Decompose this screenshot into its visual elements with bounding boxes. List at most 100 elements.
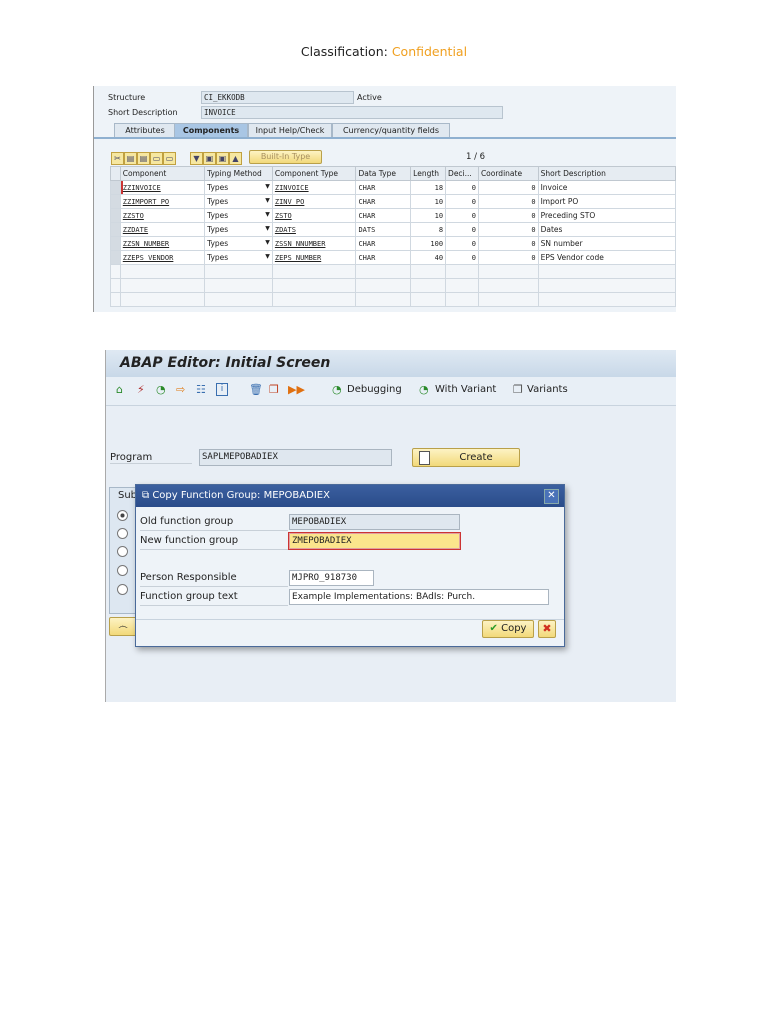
table-cell[interactable]: 0 (477, 236, 539, 251)
table-cell[interactable] (355, 264, 412, 279)
radio-button[interactable] (117, 565, 128, 576)
column-header[interactable]: Component (119, 166, 206, 181)
table-cell[interactable]: ZZIMPORT_PO (119, 194, 206, 209)
table-row[interactable]: ZZEPS_VENDOR ▼ Types ZEPS_NUMBER CHAR 40 0 0 EPS… (110, 250, 677, 265)
table-cell[interactable]: 0 (445, 208, 479, 223)
table-row[interactable] (110, 264, 677, 279)
variants-icon[interactable]: ❐ (513, 383, 523, 396)
table-cell[interactable]: ZINV_PO (271, 194, 357, 209)
table-cell[interactable] (445, 264, 479, 279)
table-cell[interactable] (410, 278, 447, 293)
column-header[interactable]: Short Description (537, 166, 677, 181)
table-cell[interactable]: SN number (537, 236, 677, 251)
function-group-text-field[interactable]: Example Implementations: BAdIs: Purch. (289, 589, 549, 605)
column-header[interactable]: Component Type (271, 166, 357, 181)
table-cell[interactable] (204, 278, 273, 293)
table-cell[interactable]: ▼ Types (204, 250, 273, 265)
row-selector[interactable] (110, 264, 121, 279)
table-cell[interactable] (204, 264, 273, 279)
structure-field[interactable]: CI_EKKODB (201, 91, 354, 104)
table-cell[interactable]: 0 (445, 222, 479, 237)
paste-icon[interactable]: ▤ (137, 152, 150, 165)
short-description-field[interactable]: INVOICE (201, 106, 503, 119)
table-cell[interactable] (410, 264, 447, 279)
table-cell[interactable]: ▼ Types (204, 180, 273, 195)
table-cell[interactable]: Preceding STO (537, 208, 677, 223)
table-cell[interactable]: ▼ Types (204, 222, 273, 237)
table-cell[interactable]: 0 (477, 194, 539, 209)
table-cell[interactable]: 18 (410, 180, 447, 195)
table-cell[interactable]: 10 (410, 194, 447, 209)
close-icon[interactable]: ✕ (544, 489, 559, 504)
tab-currency-quantity-fields[interactable]: Currency/quantity fields (332, 123, 450, 137)
dropdown-arrow-icon[interactable]: ▼ (265, 197, 270, 204)
copy-icon[interactable]: ▤ (124, 152, 137, 165)
with-variant-button[interactable]: With Variant (435, 384, 496, 395)
tab-input-help-check[interactable]: Input Help/Check (248, 123, 332, 137)
activate-icon[interactable]: ⇨ (176, 383, 185, 396)
table-row[interactable]: ZZINVOICE ▼ Types ZINVOICE CHAR 18 0 0 Invoice (110, 180, 677, 195)
radio-button[interactable] (117, 510, 128, 521)
copy-button[interactable]: ✔ Copy (482, 620, 534, 638)
page-up-icon[interactable]: ▲ (229, 152, 242, 165)
column-header[interactable]: Length (410, 166, 447, 181)
variants-button[interactable]: Variants (527, 384, 568, 395)
table-cell[interactable]: 0 (477, 250, 539, 265)
radio-button[interactable] (117, 584, 128, 595)
dropdown-arrow-icon[interactable]: ▼ (265, 183, 270, 190)
table-cell[interactable]: CHAR (355, 208, 412, 223)
table-cell[interactable] (445, 292, 479, 307)
old-function-group-field[interactable]: MEPOBADIEX (289, 514, 460, 530)
table-cell[interactable] (477, 278, 539, 293)
column-header[interactable]: Data Type (355, 166, 412, 181)
table-cell[interactable] (355, 278, 412, 293)
built-in-type-button[interactable]: Built-In Type (249, 150, 322, 164)
table-cell[interactable]: ZINVOICE (271, 180, 357, 195)
display-button[interactable]: ෴ (109, 617, 137, 636)
table-cell[interactable] (410, 292, 447, 307)
table-cell[interactable]: 40 (410, 250, 447, 265)
table-cell[interactable] (271, 278, 357, 293)
table-cell[interactable] (271, 292, 357, 307)
row-selector[interactable] (110, 194, 121, 209)
dropdown-arrow-icon[interactable]: ▼ (265, 253, 270, 260)
table-cell[interactable]: DATS (355, 222, 412, 237)
table-row[interactable]: ZZSN_NUMBER ▼ Types ZSSN_NNUMBER CHAR 100 0 0 SN… (110, 236, 677, 251)
table-cell[interactable] (355, 292, 412, 307)
table-cell[interactable] (445, 278, 479, 293)
dropdown-arrow-icon[interactable]: ▼ (265, 211, 270, 218)
table-cell[interactable]: 0 (477, 180, 539, 195)
table-cell[interactable] (537, 292, 677, 307)
debugging-icon[interactable]: ◔ (332, 383, 342, 396)
table-cell[interactable]: 0 (445, 250, 479, 265)
radio-button[interactable] (117, 528, 128, 539)
table-cell[interactable] (477, 292, 539, 307)
table-cell[interactable]: ZZDATE (119, 222, 206, 237)
dropdown-arrow-icon[interactable]: ▼ (265, 225, 270, 232)
table-row[interactable] (110, 278, 677, 293)
copy-icon[interactable]: ❐ (269, 383, 279, 396)
row-selector[interactable] (110, 278, 121, 293)
table-cell[interactable]: ZEPS_NUMBER (271, 250, 357, 265)
row-selector[interactable] (110, 208, 121, 223)
table-cell[interactable]: CHAR (355, 236, 412, 251)
filter-icon[interactable]: ▼ (190, 152, 203, 165)
column-header[interactable]: Deci... (445, 166, 479, 181)
column-header[interactable]: Coordinate (477, 166, 539, 181)
table-cell[interactable]: 0 (445, 236, 479, 251)
table-cell[interactable] (271, 264, 357, 279)
cancel-button[interactable]: ✖ (538, 620, 556, 638)
check-icon[interactable]: ◔ (156, 383, 166, 396)
table-cell[interactable]: Dates (537, 222, 677, 237)
program-field[interactable]: SAPLMEPOBADIEX (199, 449, 392, 466)
table-cell[interactable]: 0 (445, 194, 479, 209)
table-cell[interactable] (119, 264, 206, 279)
table-cell[interactable]: 10 (410, 208, 447, 223)
table-cell[interactable] (477, 264, 539, 279)
cut-icon[interactable]: ✂ (111, 152, 124, 165)
table-cell[interactable] (119, 292, 206, 307)
table-cell[interactable] (537, 264, 677, 279)
table-cell[interactable]: ▼ Types (204, 208, 273, 223)
wand-icon[interactable]: ⚡ (137, 383, 145, 396)
table-cell[interactable]: ZSSN_NNUMBER (271, 236, 357, 251)
